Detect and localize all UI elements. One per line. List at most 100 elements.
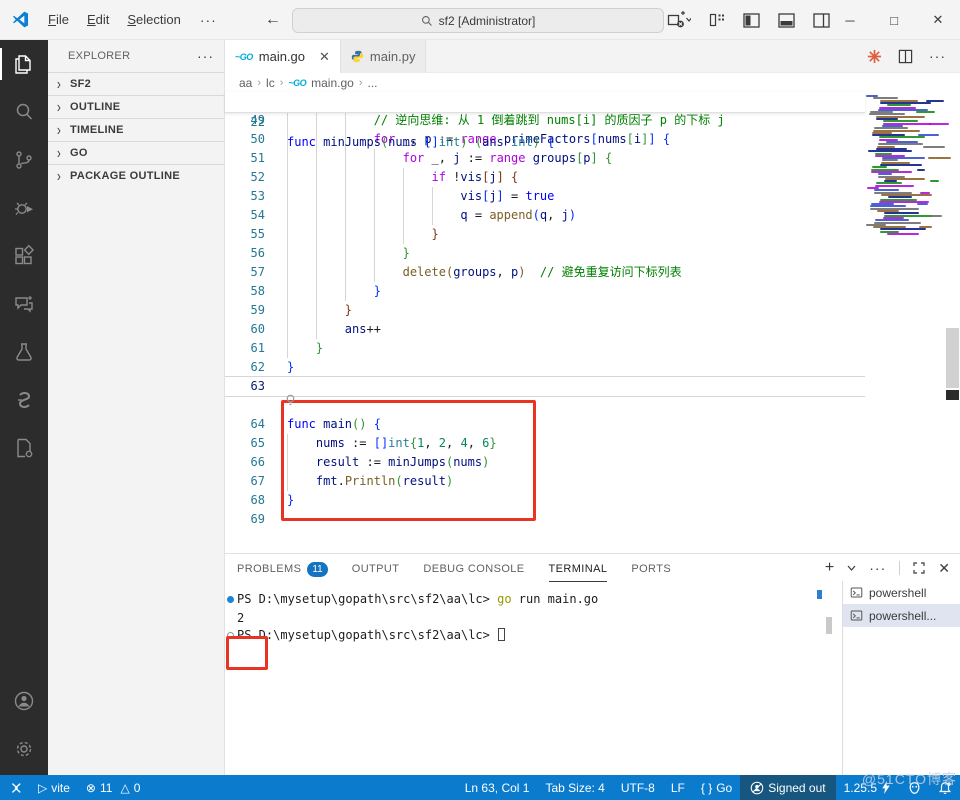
- code-line-49[interactable]: 49 // 逆向思维: 从 1 倒着跳到 nums[i] 的质因子 p 的下标 …: [225, 111, 865, 130]
- sidebar-section-package-outline[interactable]: › PACKAGE OUTLINE: [48, 164, 224, 187]
- explorer-more-actions-icon[interactable]: ···: [197, 48, 214, 64]
- activitybar-containers[interactable]: [0, 424, 48, 472]
- menu-file[interactable]: File: [39, 8, 78, 31]
- close-panel-icon[interactable]: ✕: [938, 560, 950, 577]
- terminal-list-item[interactable]: powershell...: [843, 604, 960, 627]
- editor-scrollbar-thumb[interactable]: [946, 328, 959, 388]
- lightbulb-icon[interactable]: [285, 394, 296, 406]
- panel-tab-debug-console[interactable]: DEBUG CONSOLE: [423, 554, 524, 582]
- panel-tab-output[interactable]: OUTPUT: [352, 554, 400, 582]
- nav-back-icon[interactable]: ←: [265, 11, 281, 29]
- split-editor-icon[interactable]: [898, 49, 913, 64]
- minimize-button[interactable]: ─: [828, 13, 872, 28]
- problems-summary[interactable]: ⊗ 11 △ 0: [78, 775, 148, 800]
- maximize-panel-icon[interactable]: [913, 562, 925, 574]
- terminal-list-label: powershell: [869, 585, 927, 600]
- code-line-54[interactable]: 54 q = append(q, j): [225, 206, 865, 225]
- line-number: 64: [250, 417, 265, 431]
- maximize-button[interactable]: □: [872, 13, 916, 28]
- sidebar-section-timeline[interactable]: › TIMELINE: [48, 118, 224, 141]
- code-line-57[interactable]: 57 delete(groups, p) // 避免重复访问下标列表: [225, 263, 865, 282]
- panel-tab-ports[interactable]: PORTS: [631, 554, 671, 582]
- activitybar-chat[interactable]: [0, 280, 48, 328]
- problems-count-badge: 11: [307, 561, 328, 577]
- toggle-primary-sidebar-icon[interactable]: [743, 12, 760, 28]
- activitybar-settings[interactable]: [0, 725, 48, 773]
- minimap[interactable]: [866, 93, 951, 393]
- breadcrumb-item[interactable]: aa: [239, 76, 252, 90]
- close-button[interactable]: ✕: [916, 12, 960, 28]
- code-line-59[interactable]: 59 }: [225, 301, 865, 320]
- signed-out-status[interactable]: Signed out: [740, 775, 836, 800]
- run-code-icon[interactable]: [867, 49, 882, 64]
- search-value: sf2 [Administrator]: [438, 13, 536, 28]
- line-number: 57: [250, 265, 265, 279]
- toggle-panel-icon[interactable]: [778, 12, 795, 28]
- go-version[interactable]: 1.25.5: [836, 775, 899, 800]
- eol-sequence[interactable]: LF: [663, 775, 693, 800]
- code-line-55[interactable]: 55 }: [225, 225, 865, 244]
- annotation-box-output: [226, 636, 268, 670]
- warning-icon: △: [120, 780, 130, 795]
- menu-edit[interactable]: Edit: [78, 8, 118, 31]
- code-editor[interactable]: 49 // 逆向思维: 从 1 倒着跳到 nums[i] 的质因子 p 的下标 …: [225, 93, 960, 553]
- code-line-63[interactable]: 63: [225, 376, 865, 397]
- activitybar-accounts[interactable]: [0, 677, 48, 725]
- panel-tab-problems[interactable]: PROBLEMS 11: [237, 554, 328, 582]
- new-terminal-icon[interactable]: +: [825, 559, 834, 577]
- tab-main-py[interactable]: main.py: [340, 40, 427, 73]
- terminal-dropdown-chevron-icon[interactable]: [847, 565, 856, 571]
- code-line-53[interactable]: 53 vis[j] = true: [225, 187, 865, 206]
- code-line-60[interactable]: 60 ans++: [225, 320, 865, 339]
- activitybar-run-and-debug[interactable]: [0, 184, 48, 232]
- code-line-52[interactable]: 52 if !vis[j] {: [225, 168, 865, 187]
- code-line-58[interactable]: 58 }: [225, 282, 865, 301]
- tab-main-go[interactable]: ~GO main.go ✕: [225, 40, 341, 73]
- go-tools-icon[interactable]: [899, 775, 930, 800]
- code-text: delete(groups, p) // 避免重复访问下标列表: [402, 265, 682, 279]
- code-line-62[interactable]: 62}: [225, 358, 865, 377]
- menu-selection[interactable]: Selection: [118, 8, 189, 31]
- menu-overflow-icon[interactable]: ···: [190, 12, 227, 28]
- cursor-position[interactable]: Ln 63, Col 1: [457, 775, 538, 800]
- editor-more-actions-icon[interactable]: ···: [929, 48, 946, 64]
- activitybar-search[interactable]: [0, 88, 48, 136]
- remote-indicator[interactable]: [0, 775, 30, 800]
- activitybar-explorer[interactable]: [0, 40, 48, 88]
- breadcrumb-item[interactable]: lc: [266, 76, 275, 90]
- activitybar-testing[interactable]: [0, 328, 48, 376]
- terminal-list-item[interactable]: powershell: [843, 581, 960, 604]
- panel-more-actions-icon[interactable]: ···: [869, 560, 886, 576]
- sticky-scroll-line[interactable]: 22 func minJumps(nums []int) (ans int) {: [225, 92, 865, 149]
- command-success-decoration[interactable]: [227, 596, 234, 603]
- panel-tab-terminal[interactable]: TERMINAL: [548, 554, 608, 582]
- breadcrumb-item[interactable]: main.go: [311, 76, 354, 90]
- code-line-61[interactable]: 61 }: [225, 339, 865, 358]
- tab-close-icon[interactable]: ✕: [319, 49, 330, 65]
- titlebar: File Edit Selection ··· ← → sf2 [Adminis…: [0, 0, 960, 40]
- sidebar-section-sf2[interactable]: › SF2: [48, 72, 224, 95]
- braces-icon: { }: [700, 780, 713, 795]
- sidebar-section-go[interactable]: › GO: [48, 141, 224, 164]
- encoding[interactable]: UTF-8: [613, 775, 663, 800]
- activitybar-source-control[interactable]: [0, 136, 48, 184]
- launch-profile-icon[interactable]: [667, 11, 691, 29]
- activitybar-go-extension[interactable]: [0, 376, 48, 424]
- gear-icon: [16, 741, 32, 757]
- indentation[interactable]: Tab Size: 4: [537, 775, 612, 800]
- code-line-56[interactable]: 56 }: [225, 244, 865, 263]
- vscode-logo-icon: [12, 11, 29, 28]
- terminal-scrollbar-thumb[interactable]: [826, 617, 832, 634]
- terminal[interactable]: PS D:\mysetup\gopath\src\sf2\aa\lc> go r…: [225, 587, 843, 775]
- beaker-icon: [16, 343, 32, 361]
- run-task-vite[interactable]: ▷ vite: [30, 775, 78, 800]
- sidebar-section-outline[interactable]: › OUTLINE: [48, 95, 224, 118]
- editor-scrollbar-marker[interactable]: [946, 390, 959, 400]
- language-mode[interactable]: { } Go: [693, 775, 740, 800]
- activitybar-extensions[interactable]: [0, 232, 48, 280]
- chevron-right-icon: ›: [56, 74, 62, 94]
- notifications-bell-icon[interactable]: [930, 775, 960, 800]
- breadcrumb-item[interactable]: ...: [368, 76, 378, 90]
- customize-layout-icon[interactable]: [709, 12, 725, 28]
- command-center-search[interactable]: sf2 [Administrator]: [292, 8, 664, 33]
